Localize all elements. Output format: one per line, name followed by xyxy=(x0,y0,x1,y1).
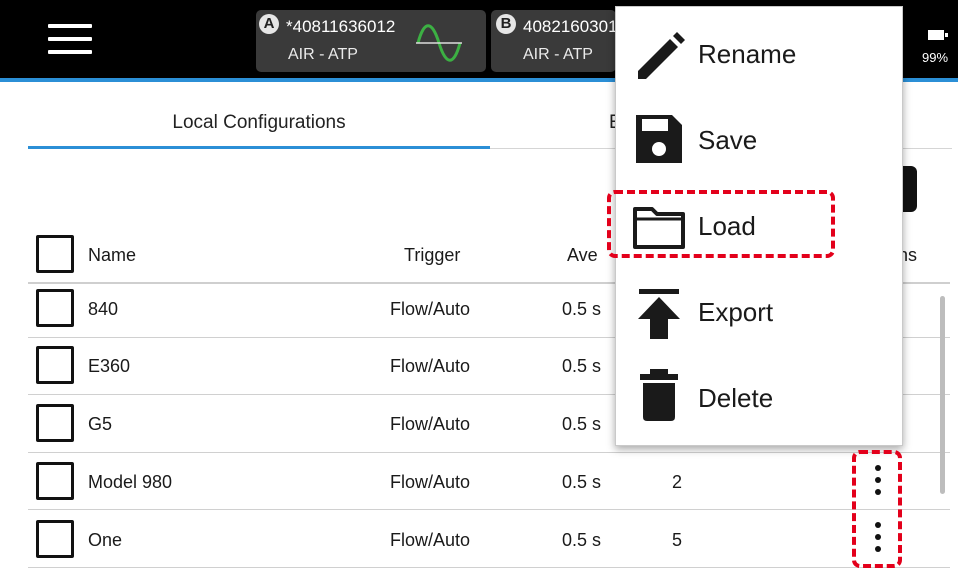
row-trigger: Flow/Auto xyxy=(390,299,471,319)
row-average: 0.5 s xyxy=(562,530,602,550)
trash-icon xyxy=(640,369,678,421)
scrollbar[interactable] xyxy=(940,296,945,494)
highlight-options-annotation xyxy=(852,450,902,568)
row-name: 840 xyxy=(88,299,119,319)
row-average: 0.5 s xyxy=(562,356,602,376)
row-checkbox[interactable] xyxy=(36,289,74,327)
device-b-mode: AIR - ATP xyxy=(523,46,593,63)
menu-label-save: Save xyxy=(698,125,758,155)
row-count: 2 xyxy=(672,472,683,492)
device-a-mode: AIR - ATP xyxy=(288,46,358,63)
row-checkbox[interactable] xyxy=(36,520,74,558)
menu-item-export[interactable]: Export xyxy=(616,273,902,353)
row-divider xyxy=(28,509,950,510)
menu-item-save[interactable]: Save xyxy=(616,101,902,181)
row-trigger: Flow/Auto xyxy=(390,414,471,434)
row-checkbox[interactable] xyxy=(36,404,74,442)
row-checkbox[interactable] xyxy=(36,462,74,500)
device-a-letter: A xyxy=(259,14,279,34)
row-name: E360 xyxy=(88,356,131,376)
row-average: 0.5 s xyxy=(562,299,602,319)
device-b-letter: B xyxy=(496,14,516,34)
row-divider xyxy=(28,567,950,568)
column-header-trigger[interactable]: Trigger xyxy=(404,245,460,266)
row-trigger: Flow/Auto xyxy=(390,356,471,376)
hamburger-menu-icon[interactable] xyxy=(48,22,92,56)
menu-label-delete: Delete xyxy=(698,383,774,413)
menu-label-rename: Rename xyxy=(698,39,797,69)
row-trigger: Flow/Auto xyxy=(390,530,471,550)
battery-icon xyxy=(928,30,948,40)
waveform-icon xyxy=(416,24,462,62)
row-trigger: Flow/Auto xyxy=(390,472,471,492)
floppy-disk-icon xyxy=(636,115,682,163)
row-checkbox[interactable] xyxy=(36,346,74,384)
row-divider xyxy=(28,452,950,453)
active-tab-indicator xyxy=(28,146,490,149)
row-average: 0.5 s xyxy=(562,472,602,492)
pencil-icon xyxy=(638,32,685,79)
row-name: One xyxy=(88,530,123,550)
device-b-serial: 40821603012 xyxy=(523,17,616,36)
row-average: 0.5 s xyxy=(562,414,602,434)
device-a-serial: *40811636012 xyxy=(286,17,396,36)
upload-arrow-icon xyxy=(638,289,680,339)
row-name: Model 980 xyxy=(88,472,173,492)
device-b-card[interactable]: B 40821603012 AIR - ATP xyxy=(491,10,616,72)
column-header-average[interactable]: Ave xyxy=(567,245,598,266)
select-all-checkbox[interactable] xyxy=(36,235,74,273)
column-header-name[interactable]: Name xyxy=(88,245,136,266)
highlight-load-annotation xyxy=(607,190,835,258)
row-count: 5 xyxy=(672,530,683,550)
tab-local-configurations[interactable]: Local Configurations xyxy=(28,112,490,134)
battery-level: 99% xyxy=(922,50,949,65)
menu-item-rename[interactable]: Rename xyxy=(616,15,902,95)
device-a-card[interactable]: A *40811636012 AIR - ATP xyxy=(256,10,486,72)
row-name: G5 xyxy=(88,414,113,434)
menu-label-export: Export xyxy=(698,297,774,327)
menu-item-delete[interactable]: Delete xyxy=(616,359,902,439)
